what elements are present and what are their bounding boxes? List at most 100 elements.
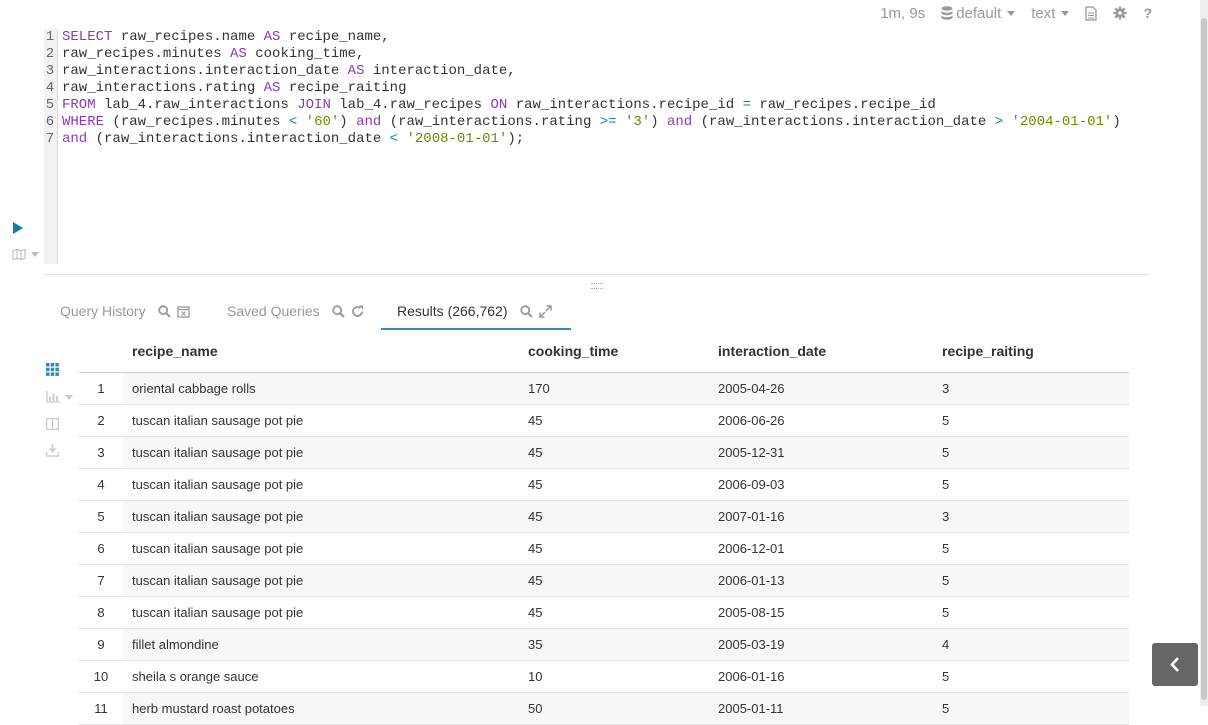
table-row[interactable]: 2 tuscan italian sausage pot pie 45 2006-06…: [79, 405, 1129, 437]
table-cell: 170: [528, 381, 550, 396]
table-cell: 2006-01-13: [718, 573, 785, 588]
table-row[interactable]: 9 fillet almondine 35 2005-03-19 4: [79, 629, 1129, 661]
execution-time: 1m, 9s: [880, 4, 926, 22]
table-cell: 4: [942, 637, 950, 652]
code-token: (raw_interactions.interaction_date: [87, 131, 390, 147]
row-number: 8: [79, 597, 123, 628]
table-row[interactable]: 1 oriental cabbage rolls 170 2005-04-26 3: [79, 373, 1129, 405]
table-row[interactable]: 5 tuscan italian sausage pot pie 45 2007-01…: [79, 501, 1129, 533]
chevron-left-icon: [1170, 657, 1179, 672]
search-icon[interactable]: [331, 305, 345, 318]
database-selector[interactable]: default: [941, 5, 1016, 22]
column-header[interactable]: recipe_name: [132, 343, 218, 359]
tab-saved-queries[interactable]: Saved Queries: [227, 298, 364, 330]
code-token: ): [339, 114, 357, 130]
line-number: 7: [45, 131, 55, 147]
tab-query-history[interactable]: Query History: [60, 298, 190, 330]
code-token: AS: [263, 29, 281, 45]
table-cell: 45: [528, 573, 543, 588]
table-cell: tuscan italian sausage pot pie: [132, 413, 304, 428]
line-number: 4: [45, 80, 55, 96]
row-number: 11: [79, 693, 123, 724]
format-selector[interactable]: text: [1031, 5, 1070, 22]
download-icon[interactable]: [46, 444, 59, 457]
table-cell: 50: [528, 701, 543, 716]
code-token: and: [667, 114, 693, 130]
column-header[interactable]: interaction_date: [718, 343, 826, 359]
table-row[interactable]: 6 tuscan italian sausage pot pie 45 2006-12…: [79, 533, 1129, 565]
code-token: (raw_recipes.minutes: [104, 114, 289, 130]
table-row[interactable]: 4 tuscan italian sausage pot pie 45 2006-09…: [79, 469, 1129, 501]
code-text: SELECT raw_recipes.name AS recipe_name,: [62, 29, 390, 46]
columns-icon[interactable]: [46, 418, 59, 430]
run-query-button[interactable]: [13, 222, 23, 234]
row-number: 9: [79, 629, 123, 660]
table-row[interactable]: 10 sheila s orange sauce 10 2006-01-16 5: [79, 661, 1129, 693]
code-token: cooking_time,: [246, 46, 365, 62]
search-icon[interactable]: [519, 305, 533, 318]
row-number: 2: [79, 405, 123, 436]
column-header[interactable]: recipe_raiting: [942, 343, 1034, 359]
code-token: SELECT: [62, 29, 113, 45]
help-icon[interactable]: ?: [1143, 5, 1152, 21]
code-token: );: [507, 131, 525, 147]
line-number: 1: [45, 29, 55, 45]
table-cell: 2006-09-03: [718, 477, 785, 492]
table-cell: 3: [942, 381, 950, 396]
refresh-icon[interactable]: [351, 305, 364, 318]
calendar-clear-icon[interactable]: [176, 305, 190, 318]
code-token: JOIN: [297, 97, 331, 113]
page-scrollbar[interactable]: [1200, 0, 1208, 706]
grid-icon[interactable]: [46, 363, 59, 376]
scrollbar-thumb[interactable]: [1201, 18, 1207, 700]
code-text: raw_interactions.rating AS recipe_raitin…: [62, 80, 406, 97]
code-token: and: [356, 114, 382, 130]
row-number: 7: [79, 565, 123, 596]
table-cell: 45: [528, 541, 543, 556]
code-token: lab_4.raw_interactions: [95, 97, 298, 113]
column-header[interactable]: cooking_time: [528, 343, 618, 359]
code-token: '2008-01-01': [406, 131, 508, 147]
code-token: raw_recipes.name: [112, 29, 264, 45]
table-row[interactable]: 8 tuscan italian sausage pot pie 45 2005-08…: [79, 597, 1129, 629]
sql-editor[interactable]: 1 SELECT raw_recipes.name AS recipe_name,…: [44, 29, 1149, 264]
search-icon[interactable]: [157, 305, 171, 318]
chevron-down-icon: [1007, 10, 1016, 16]
table-cell: 45: [528, 509, 543, 524]
code-token: raw_recipes.minutes: [62, 46, 231, 62]
row-number: 3: [79, 437, 123, 468]
tab-label: Query History: [60, 303, 146, 319]
expand-icon[interactable]: [538, 305, 552, 318]
table-row[interactable]: 7 tuscan italian sausage pot pie 45 2006-01…: [79, 565, 1129, 597]
table-cell: 2005-08-15: [718, 605, 785, 620]
table-cell: 5: [942, 573, 950, 588]
row-number: 5: [79, 501, 123, 532]
book-icon: [12, 249, 26, 260]
line-number: 2: [45, 46, 55, 62]
table-cell: 2007-01-16: [718, 509, 785, 524]
chart-button[interactable]: [46, 391, 73, 403]
resize-handle[interactable]: [591, 283, 603, 289]
gear-icon[interactable]: [1113, 6, 1127, 20]
collapse-panel-button[interactable]: [1152, 643, 1198, 686]
database-icon: [941, 6, 953, 20]
code-token: =: [742, 97, 751, 113]
code-token: >=: [599, 114, 617, 130]
table-cell: tuscan italian sausage pot pie: [132, 445, 304, 460]
code-token: raw_recipes.recipe_id: [750, 97, 936, 113]
code-text: FROM lab_4.raw_interactions JOIN lab_4.r…: [62, 97, 936, 114]
table-row[interactable]: 3 tuscan italian sausage pot pie 45 2005-12…: [79, 437, 1129, 469]
snippet-menu-button[interactable]: [12, 249, 39, 260]
code-token: <: [389, 131, 399, 147]
document-icon[interactable]: [1085, 5, 1098, 21]
code-token: ON: [490, 97, 508, 113]
table-cell: tuscan italian sausage pot pie: [132, 509, 304, 524]
table-cell: 5: [942, 541, 950, 556]
code-token: raw_interactions.rating: [62, 80, 264, 96]
tab-results[interactable]: Results (266,762): [381, 298, 571, 330]
table-row[interactable]: 11 herb mustard roast potatoes 50 2005-01-1…: [79, 693, 1129, 725]
bar-chart-icon: [46, 391, 60, 403]
table-cell: 45: [528, 445, 543, 460]
code-token: AS: [263, 80, 281, 96]
